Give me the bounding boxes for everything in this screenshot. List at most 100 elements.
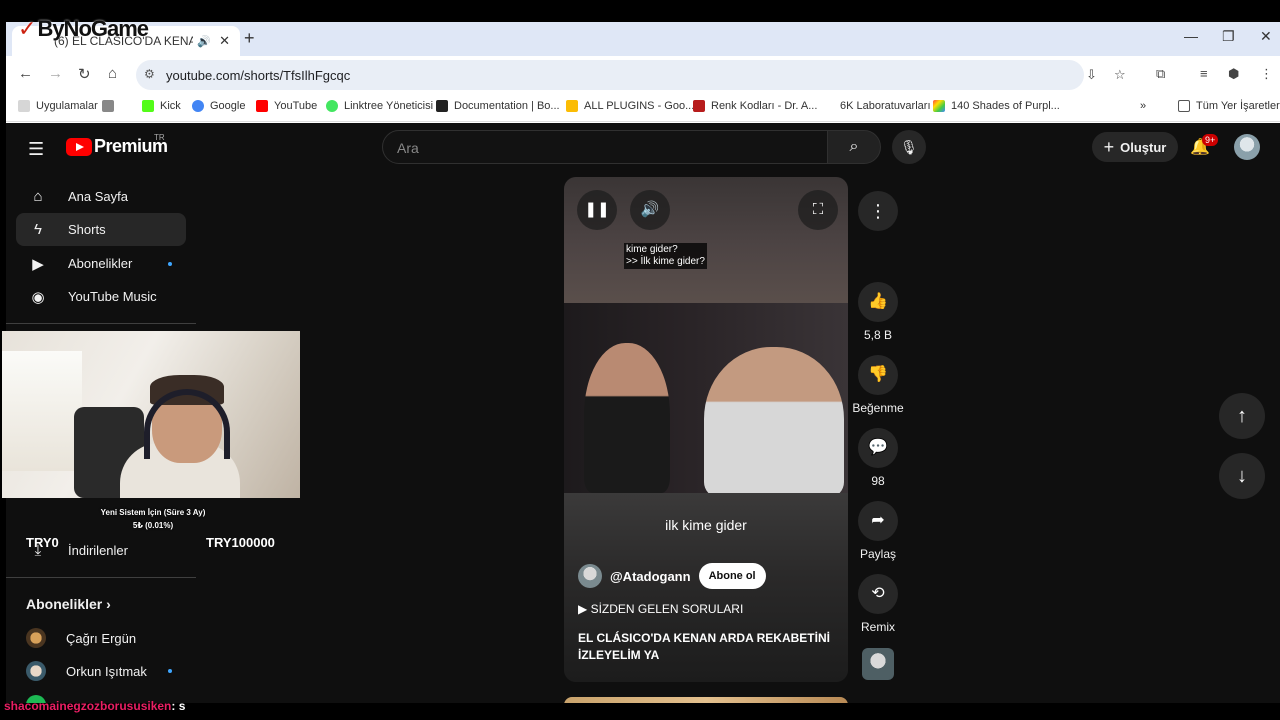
youtube-logo[interactable]: Premium TR — [66, 133, 168, 157]
burned-in-caption: ilk kime gider — [665, 517, 747, 533]
goal-end: TRY100000 — [206, 535, 275, 550]
remix-icon[interactable]: ⟲ — [858, 574, 898, 614]
subscriptions-icon: ▶ — [32, 255, 44, 273]
webcam-window — [2, 351, 82, 471]
mic-icon[interactable]: 🎙 — [892, 130, 926, 164]
avatar[interactable] — [1234, 134, 1260, 160]
subscription-item[interactable]: Orkun Işıtmak — [26, 661, 172, 681]
linktree-icon — [326, 100, 338, 112]
pause-icon[interactable]: ❚❚ — [577, 190, 617, 230]
sidebar-item-subscriptions[interactable]: ▶ Abonelikler — [16, 247, 186, 280]
share-action[interactable]: ➦ Paylaş — [848, 501, 908, 561]
channel-avatar[interactable] — [578, 564, 602, 588]
share-icon[interactable]: ➦ — [858, 501, 898, 541]
reload-icon[interactable]: ↻ — [78, 65, 91, 83]
more-bookmarks-icon[interactable]: » — [1140, 100, 1146, 112]
volume-icon[interactable]: 🔊 — [630, 190, 670, 230]
close-tab-icon[interactable]: ✕ — [219, 33, 230, 49]
new-tab-button[interactable]: + — [244, 28, 255, 49]
thumbs-up-icon[interactable]: 👍 — [858, 282, 898, 322]
home-icon: ⌂ — [33, 188, 43, 205]
next-short-preview[interactable] — [564, 697, 848, 703]
next-short-button[interactable]: ↓ — [1219, 453, 1265, 499]
video-frame-middle — [564, 303, 848, 497]
search-button[interactable]: ⌕ — [827, 130, 881, 164]
forward-icon[interactable]: → — [48, 65, 63, 82]
bookmark-all-plugins[interactable]: ALL PLUGINS - Goo... — [566, 100, 694, 112]
bookmark-linktree[interactable]: Linktree Yöneticisi — [326, 100, 433, 112]
channel-avatar — [26, 661, 46, 681]
close-window-icon[interactable]: ✕ — [1260, 28, 1272, 45]
chat-message: shacomainegzozborususiken: s — [4, 699, 185, 713]
search-icon: ⌕ — [849, 138, 859, 155]
sidebar-item-shorts[interactable]: ϟ Shorts — [16, 213, 186, 246]
channel-name[interactable]: @Atadogann — [610, 569, 691, 584]
channel-info: @Atadogann Abone ol — [578, 563, 766, 589]
channel-avatar — [26, 628, 46, 648]
all-bookmarks[interactable]: Tüm Yer İşaretleri — [1178, 100, 1280, 112]
remix-action[interactable]: ⟲ Remix — [848, 574, 908, 634]
chat-text: : s — [171, 699, 186, 713]
grid-icon[interactable] — [102, 100, 120, 112]
bookmark-youtube[interactable]: YouTube — [256, 100, 317, 112]
audio-thumbnail[interactable] — [862, 648, 894, 680]
create-button[interactable]: + Oluştur — [1092, 132, 1178, 162]
bookmark-apps[interactable]: Uygulamalar — [18, 100, 98, 112]
dislike-action[interactable]: 👎 Beğenme — [848, 355, 908, 415]
home-icon[interactable]: ⌂ — [108, 65, 117, 82]
bookmark-shades[interactable]: 140 Shades of Purpl... — [933, 100, 1060, 112]
media-control-icon[interactable]: ≡ — [1200, 66, 1208, 81]
plus-icon: + — [1103, 136, 1115, 157]
sidebar-item-music[interactable]: ◉ YouTube Music — [16, 280, 186, 313]
thumbs-down-icon[interactable]: 👎 — [858, 355, 898, 395]
bookmark-google[interactable]: Google — [192, 100, 245, 112]
apps-icon — [18, 100, 30, 112]
bookmark-kick[interactable]: Kick — [142, 100, 181, 112]
video-title[interactable]: EL CLÁSICO'DA KENAN ARDA REKABETİNİ İZLE… — [578, 630, 834, 664]
back-icon[interactable]: ← — [18, 65, 33, 82]
profile-shield-icon[interactable]: ⬢ — [1228, 66, 1239, 82]
bookmark-documentation[interactable]: Documentation | Bo... — [436, 100, 560, 112]
comments-action[interactable]: 💬 98 — [848, 428, 908, 488]
extensions-icon[interactable]: ⧉ — [1156, 66, 1165, 82]
person-right — [704, 347, 844, 497]
playlist-link[interactable]: ▶ SİZDEN GELEN SORULARI — [578, 602, 743, 616]
tab-strip: (6) EL CLÁSICO'DA KENAN 🔊 ✕ + — ❐ ✕ — [6, 22, 1280, 56]
new-content-dot — [168, 262, 172, 266]
bookmark-star-icon[interactable]: ☆ — [1114, 67, 1126, 83]
google-icon — [192, 100, 204, 112]
comment-icon[interactable]: 💬 — [858, 428, 898, 468]
bookmark-6k[interactable]: 6K Laboratuvarları — [840, 100, 931, 112]
like-action[interactable]: 👍 5,8 B — [848, 282, 908, 342]
bynogame-logo: ✓ByNoGame — [18, 16, 149, 41]
minimize-icon[interactable]: — — [1184, 28, 1198, 44]
subscriptions-header[interactable]: Abonelikler › — [26, 596, 111, 612]
palette-icon — [933, 100, 945, 112]
youtube-icon — [256, 100, 268, 112]
subscription-item[interactable]: Çağrı Ergün — [26, 628, 136, 648]
bookmarks-bar: Uygulamalar Kick Google YouTube Linktree… — [6, 92, 1280, 122]
sidebar-item-home[interactable]: ⌂ Ana Sayfa — [16, 180, 186, 213]
previous-short-button[interactable]: ↑ — [1219, 393, 1265, 439]
address-bar[interactable]: ⚙ youtube.com/shorts/TfsIlhFgcqc ⇩ ☆ — [136, 60, 1126, 90]
shorts-video-player[interactable]: kime gider? >> İlk kime gider? ❚❚ 🔊 ⛶ il… — [564, 177, 848, 682]
hamburger-icon[interactable]: ☰ — [28, 139, 44, 160]
search-input[interactable]: Ara — [382, 130, 828, 164]
new-content-dot — [168, 669, 172, 673]
kick-icon — [142, 100, 154, 112]
subscribe-button[interactable]: Abone ol — [698, 563, 766, 589]
streamer-webcam — [2, 331, 300, 498]
speaker-icon[interactable]: 🔊 — [197, 35, 211, 48]
restore-icon[interactable]: ❐ — [1222, 28, 1235, 45]
donation-goal: Yeni Sistem İçin (Süre 3 Ay) 5₺ (0.01%) — [100, 508, 206, 530]
fullscreen-icon[interactable]: ⛶ — [798, 190, 838, 230]
shorts-icon: ϟ — [34, 221, 42, 238]
folder-icon — [1178, 100, 1190, 112]
menu-icon[interactable]: ⋮ — [1260, 66, 1273, 82]
goal-start: TRY0 — [26, 535, 59, 550]
more-options-icon[interactable]: ⋮ — [858, 191, 898, 231]
site-info-icon[interactable]: ⚙ — [144, 67, 155, 81]
youtube-play-icon — [66, 137, 92, 156]
install-icon[interactable]: ⇩ — [1086, 67, 1097, 83]
bookmark-renk-kodlari[interactable]: Renk Kodları - Dr. A... — [693, 100, 817, 112]
